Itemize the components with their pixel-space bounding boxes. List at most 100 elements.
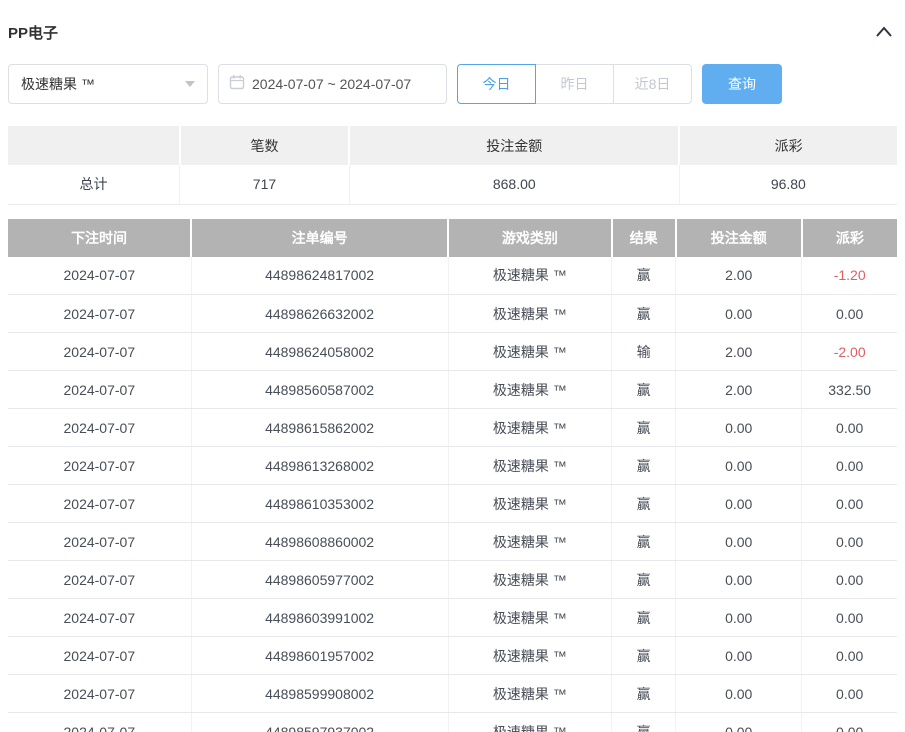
cell-result: 赢 xyxy=(612,599,676,637)
panel-header: PP电子 xyxy=(8,8,897,46)
cell-bet-date: 2024-07-07 xyxy=(8,675,191,713)
quick-button-yesterday[interactable]: 昨日 xyxy=(535,64,614,104)
table-row: 2024-07-07 44898603991002 极速糖果 ™ 赢 0.00 … xyxy=(8,599,897,637)
summary-total-bet-amount: 868.00 xyxy=(349,165,679,204)
cell-bet-id: 44898599908002 xyxy=(191,675,448,713)
cell-payout: 0.00 xyxy=(802,599,897,637)
cell-bet-amount: 0.00 xyxy=(676,523,802,561)
cell-bet-date: 2024-07-07 xyxy=(8,599,191,637)
quick-button-last8days[interactable]: 近8日 xyxy=(613,64,692,104)
cell-bet-amount: 0.00 xyxy=(676,447,802,485)
cell-payout: 0.00 xyxy=(802,561,897,599)
cell-result: 赢 xyxy=(612,485,676,523)
cell-bet-id: 44898603991002 xyxy=(191,599,448,637)
summary-total-count: 717 xyxy=(180,165,350,204)
cell-payout: 0.00 xyxy=(802,409,897,447)
cell-bet-id: 44898615862002 xyxy=(191,409,448,447)
cell-bet-date: 2024-07-07 xyxy=(8,485,191,523)
summary-header-bet-amount: 投注金额 xyxy=(349,126,679,165)
cell-bet-date: 2024-07-07 xyxy=(8,371,191,409)
cell-payout: 0.00 xyxy=(802,713,897,732)
cell-bet-id: 44898601957002 xyxy=(191,637,448,675)
query-button[interactable]: 查询 xyxy=(702,64,782,104)
cell-bet-date: 2024-07-07 xyxy=(8,713,191,732)
header-bet-time: 下注时间 xyxy=(8,219,191,257)
cell-payout: -1.20 xyxy=(802,257,897,295)
chevron-down-icon xyxy=(185,81,195,87)
cell-bet-amount: 0.00 xyxy=(676,409,802,447)
cell-result: 赢 xyxy=(612,371,676,409)
cell-result: 赢 xyxy=(612,637,676,675)
cell-game-name: 极速糖果 ™ xyxy=(448,675,612,713)
cell-bet-amount: 0.00 xyxy=(676,295,802,333)
cell-payout: 0.00 xyxy=(802,485,897,523)
date-range-input[interactable]: 2024-07-07 ~ 2024-07-07 xyxy=(218,64,447,104)
summary-header-row: 笔数 投注金额 派彩 xyxy=(8,126,897,165)
cell-bet-id: 44898560587002 xyxy=(191,371,448,409)
game-select-value: 极速糖果 ™ xyxy=(21,74,95,94)
table-row: 2024-07-07 44898601957002 极速糖果 ™ 赢 0.00 … xyxy=(8,637,897,675)
cell-bet-id: 44898613268002 xyxy=(191,447,448,485)
cell-bet-amount: 0.00 xyxy=(676,599,802,637)
cell-payout: 332.50 xyxy=(802,371,897,409)
table-row: 2024-07-07 44898608860002 极速糖果 ™ 赢 0.00 … xyxy=(8,523,897,561)
cell-bet-amount: 0.00 xyxy=(676,485,802,523)
cell-result: 赢 xyxy=(612,257,676,295)
cell-bet-date: 2024-07-07 xyxy=(8,637,191,675)
summary-header-payout: 派彩 xyxy=(679,126,897,165)
collapse-button[interactable] xyxy=(871,23,897,41)
cell-game-name: 极速糖果 ™ xyxy=(448,713,612,732)
cell-bet-id: 44898624817002 xyxy=(191,257,448,295)
cell-game-name: 极速糖果 ™ xyxy=(448,599,612,637)
cell-game-name: 极速糖果 ™ xyxy=(448,295,612,333)
cell-bet-id: 44898626632002 xyxy=(191,295,448,333)
cell-payout: 0.00 xyxy=(802,675,897,713)
cell-game-name: 极速糖果 ™ xyxy=(448,523,612,561)
summary-table: 笔数 投注金额 派彩 总计 717 868.00 96.80 xyxy=(8,126,897,205)
bet-records-table: 下注时间 注单编号 游戏类别 结果 投注金额 派彩 2024-07-07 448… xyxy=(8,219,897,732)
cell-bet-date: 2024-07-07 xyxy=(8,409,191,447)
cell-game-name: 极速糖果 ™ xyxy=(448,333,612,371)
cell-game-name: 极速糖果 ™ xyxy=(448,485,612,523)
table-row: 2024-07-07 44898624817002 极速糖果 ™ 赢 2.00 … xyxy=(8,257,897,295)
cell-payout: 0.00 xyxy=(802,637,897,675)
cell-payout: 0.00 xyxy=(802,295,897,333)
cell-result: 赢 xyxy=(612,409,676,447)
cell-bet-id: 44898610353002 xyxy=(191,485,448,523)
cell-bet-id: 44898608860002 xyxy=(191,523,448,561)
cell-bet-amount: 2.00 xyxy=(676,333,802,371)
quick-button-today[interactable]: 今日 xyxy=(457,64,536,104)
cell-bet-amount: 2.00 xyxy=(676,257,802,295)
game-select[interactable]: 极速糖果 ™ xyxy=(8,64,208,104)
page-title: PP电子 xyxy=(8,22,58,43)
cell-result: 输 xyxy=(612,333,676,371)
cell-result: 赢 xyxy=(612,295,676,333)
cell-bet-amount: 2.00 xyxy=(676,371,802,409)
cell-result: 赢 xyxy=(612,561,676,599)
cell-payout: 0.00 xyxy=(802,523,897,561)
table-row: 2024-07-07 44898613268002 极速糖果 ™ 赢 0.00 … xyxy=(8,447,897,485)
cell-bet-date: 2024-07-07 xyxy=(8,333,191,371)
quick-date-button-group: 今日 昨日 近8日 xyxy=(457,64,692,104)
cell-bet-amount: 0.00 xyxy=(676,561,802,599)
filter-bar: 极速糖果 ™ 2024-07-07 ~ 2024-07-07 今日 昨日 近8日… xyxy=(8,64,897,104)
cell-bet-date: 2024-07-07 xyxy=(8,257,191,295)
cell-bet-id: 44898597937002 xyxy=(191,713,448,732)
cell-game-name: 极速糖果 ™ xyxy=(448,409,612,447)
header-payout: 派彩 xyxy=(802,219,897,257)
calendar-icon xyxy=(229,74,252,95)
cell-result: 赢 xyxy=(612,675,676,713)
table-row: 2024-07-07 44898599908002 极速糖果 ™ 赢 0.00 … xyxy=(8,675,897,713)
cell-payout: -2.00 xyxy=(802,333,897,371)
header-bet-id: 注单编号 xyxy=(191,219,448,257)
cell-payout: 0.00 xyxy=(802,447,897,485)
cell-bet-amount: 0.00 xyxy=(676,713,802,732)
table-row: 2024-07-07 44898610353002 极速糖果 ™ 赢 0.00 … xyxy=(8,485,897,523)
table-row: 2024-07-07 44898560587002 极速糖果 ™ 赢 2.00 … xyxy=(8,371,897,409)
cell-bet-id: 44898624058002 xyxy=(191,333,448,371)
cell-game-name: 极速糖果 ™ xyxy=(448,447,612,485)
cell-result: 赢 xyxy=(612,523,676,561)
table-row: 2024-07-07 44898615862002 极速糖果 ™ 赢 0.00 … xyxy=(8,409,897,447)
cell-result: 赢 xyxy=(612,713,676,732)
table-body: 2024-07-07 44898624817002 极速糖果 ™ 赢 2.00 … xyxy=(8,257,897,732)
